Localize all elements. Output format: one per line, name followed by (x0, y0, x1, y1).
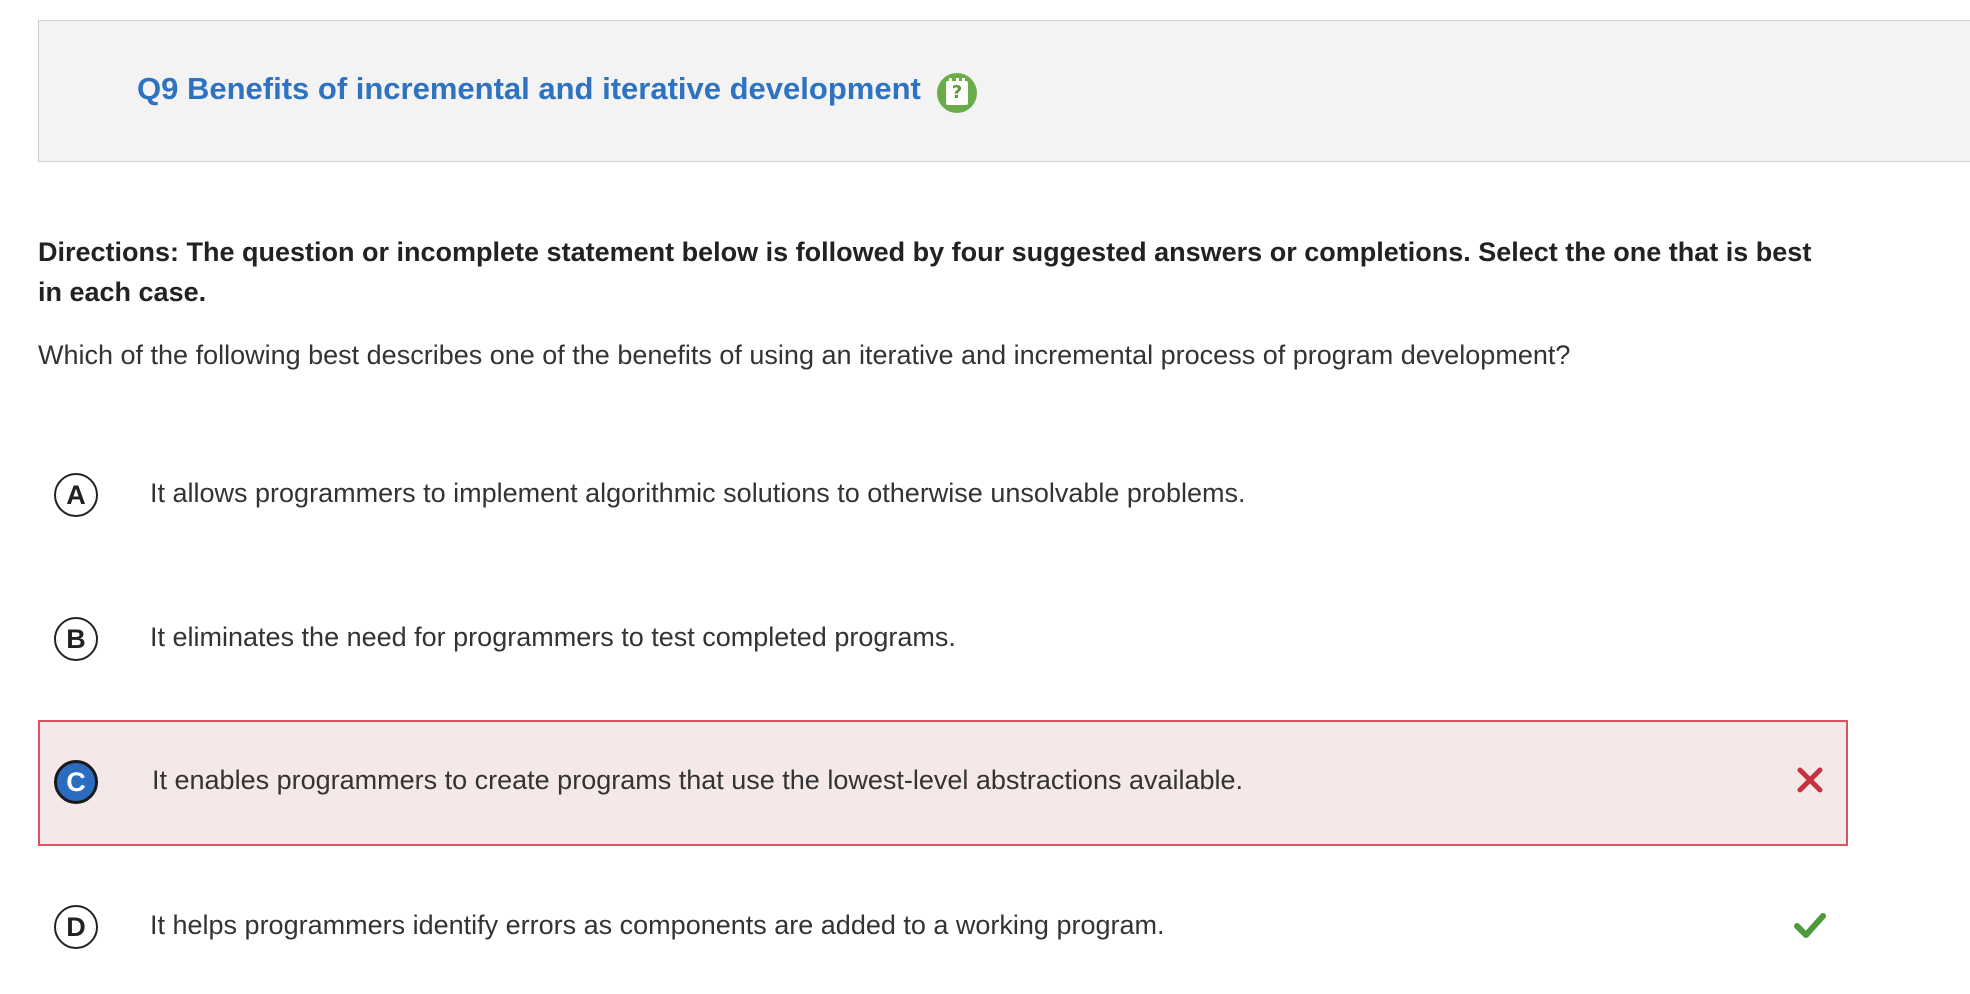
option-text: It allows programmers to implement algor… (150, 478, 1246, 508)
directions-text: Directions: The question or incomplete s… (38, 237, 1812, 307)
incorrect-x-icon (1797, 767, 1823, 793)
answer-option-d[interactable]: D It helps programmers identify errors a… (38, 865, 1848, 991)
answer-option-a[interactable]: A It allows programmers to implement alg… (38, 433, 1848, 559)
option-letter-badge-selected[interactable]: C (54, 760, 98, 804)
answer-option-b[interactable]: B It eliminates the need for programmers… (38, 577, 1848, 703)
question-stem: Which of the following best describes on… (38, 340, 1571, 370)
quiz-page: Q9 Benefits of incremental and iterative… (0, 0, 1970, 994)
answer-option-c[interactable]: C It enables programmers to create progr… (38, 720, 1848, 846)
question-mark-icon: ? (946, 78, 968, 105)
correct-check-icon (1794, 913, 1826, 938)
help-note-icon[interactable]: ? (937, 73, 977, 113)
question-header: Q9 Benefits of incremental and iterative… (38, 20, 1970, 162)
option-letter-badge[interactable]: A (54, 473, 98, 517)
option-text: It enables programmers to create program… (152, 765, 1244, 795)
option-letter-badge[interactable]: D (54, 905, 98, 949)
option-text: It eliminates the need for programmers t… (150, 622, 956, 652)
question-title: Q9 Benefits of incremental and iterative… (137, 71, 921, 106)
option-letter-badge[interactable]: B (54, 617, 98, 661)
option-text: It helps programmers identify errors as … (150, 910, 1165, 940)
